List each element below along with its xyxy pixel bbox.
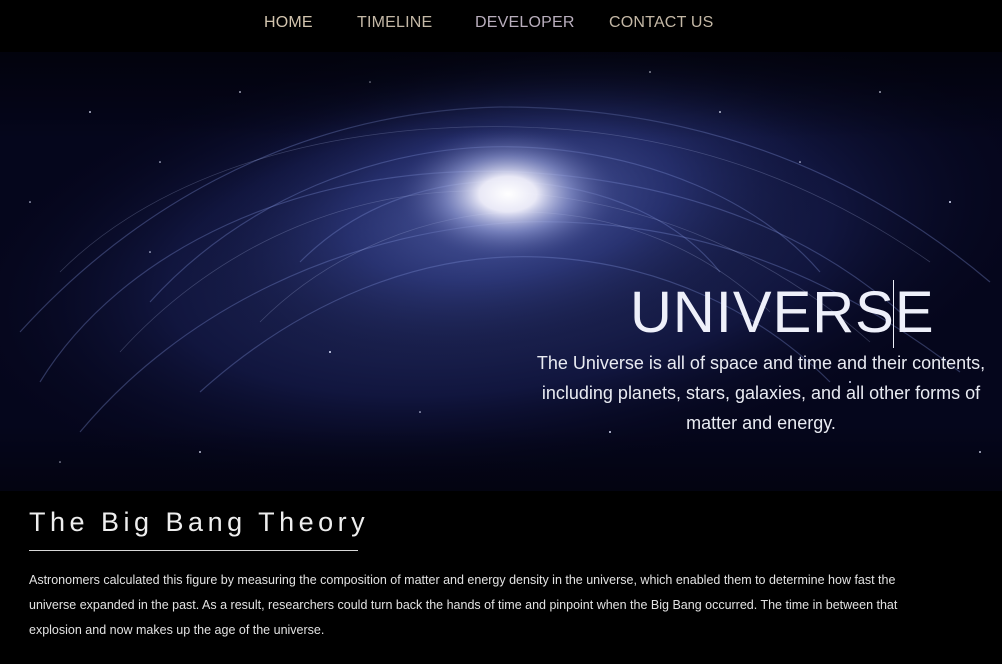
big-bang-section: The Big Bang Theory Astronomers calculat…	[0, 491, 1002, 664]
text-cursor	[893, 280, 894, 348]
section-divider	[29, 550, 358, 551]
nav-timeline-link[interactable]: TIMELINE	[357, 14, 432, 32]
nav-home-link[interactable]: HOME	[264, 14, 313, 32]
nav-developer-link[interactable]: DEVELOPER	[475, 14, 575, 32]
hero-title: UNIVERSE	[630, 280, 935, 345]
nav-contact-link[interactable]: CONTACT US	[609, 14, 714, 32]
hero-banner: UNIVERSE The Universe is all of space an…	[0, 52, 1002, 491]
section-body-text: Astronomers calculated this figure by me…	[29, 573, 898, 637]
section-title: The Big Bang Theory	[29, 507, 370, 537]
top-navigation: HOME TIMELINE DEVELOPER CONTACT US	[0, 0, 1002, 52]
hero-description: The Universe is all of space and time an…	[536, 353, 986, 433]
